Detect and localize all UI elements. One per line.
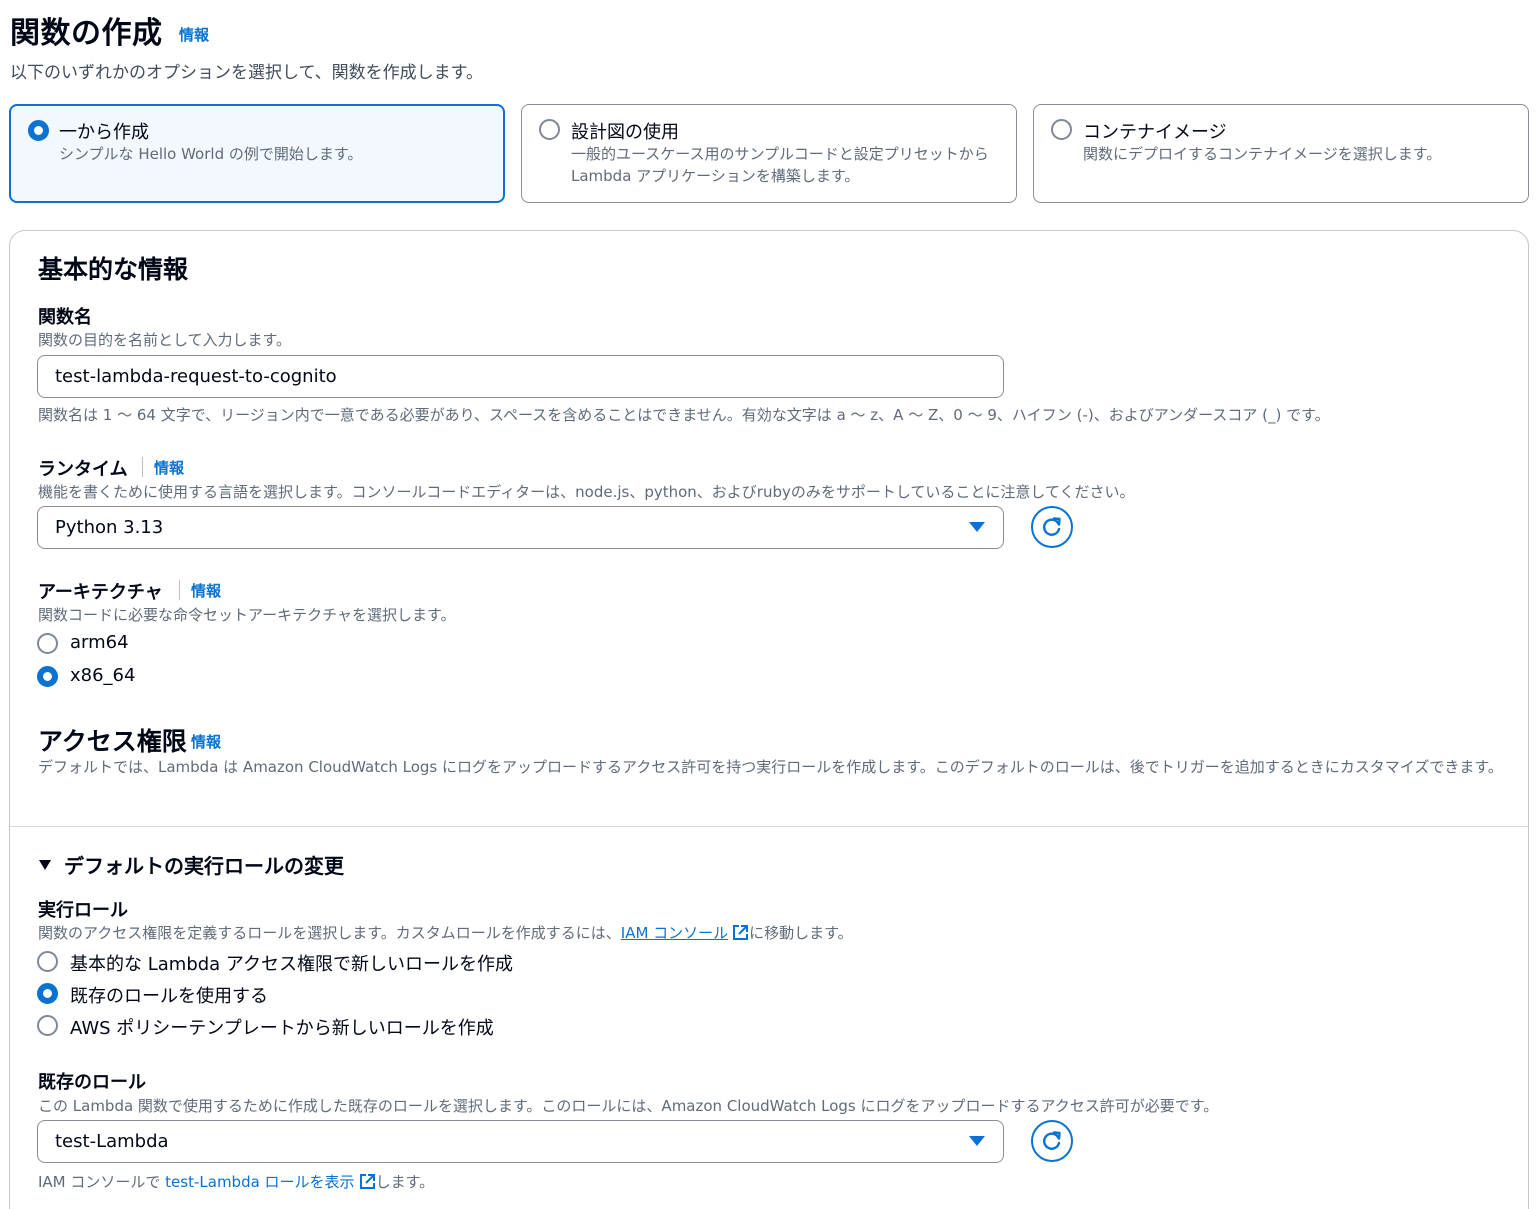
page-title: 関数の作成 <box>10 16 163 51</box>
function-name-value: test-lambda-request-to-cognito <box>55 366 337 387</box>
role-policy-template-label[interactable]: AWS ポリシーテンプレートから新しいロールを作成 <box>70 1014 494 1040</box>
role-new-basic-label[interactable]: 基本的な Lambda アクセス権限で新しいロールを作成 <box>70 950 513 976</box>
change-role-expander[interactable]: デフォルトの実行ロールの変更 <box>38 850 344 879</box>
option-description: 関数にデプロイするコンテナイメージを選択します。 <box>1083 145 1442 163</box>
runtime-refresh-button[interactable] <box>1031 506 1073 548</box>
info-separator <box>142 457 143 477</box>
permissions-heading: アクセス権限 <box>38 727 187 756</box>
iam-console-link[interactable]: IAM コンソール <box>621 924 728 942</box>
runtime-description: 機能を書くために使用する言語を選択します。コンソールコードエディターは、node… <box>38 483 1135 501</box>
footer-suffix: します。 <box>375 1173 435 1191</box>
runtime-info-link[interactable]: 情報 <box>154 457 184 478</box>
title-info-link[interactable]: 情報 <box>179 24 209 45</box>
existing-role-description: この Lambda 関数で使用するために作成した既存のロールを選択します。このロ… <box>38 1097 1219 1115</box>
page-description: 以下のいずれかのオプションを選択して、関数を作成します。 <box>10 63 483 83</box>
permissions-description: デフォルトでは、Lambda は Amazon CloudWatch Logs … <box>38 758 1503 776</box>
function-name-constraint: 関数名は 1 〜 64 文字で、リージョン内で一意である必要があり、スペースを含… <box>38 406 1330 424</box>
caret-down-icon <box>969 1136 985 1146</box>
option-use-blueprint[interactable]: 設計図の使用 一般的ユースケース用のサンプルコードと設定プリセットから Lamb… <box>521 104 1017 203</box>
role-existing-label[interactable]: 既存のロールを使用する <box>70 982 268 1008</box>
runtime-select[interactable]: Python 3.13 <box>37 506 1004 549</box>
section-divider <box>10 826 1528 827</box>
option-container-image[interactable]: コンテナイメージ 関数にデプロイするコンテナイメージを選択します。 <box>1033 104 1529 203</box>
desc-suffix: に移動します。 <box>749 924 853 942</box>
option-description: シンプルな Hello World の例で開始します。 <box>59 145 363 163</box>
architecture-label: アーキテクチャ <box>38 582 163 603</box>
existing-role-label: 既存のロール <box>38 1072 146 1093</box>
arch-arm64-radio[interactable] <box>37 633 58 654</box>
runtime-value: Python 3.13 <box>55 517 164 538</box>
arch-x86-radio[interactable] <box>37 666 58 687</box>
view-role-footer: IAM コンソールで test-Lambda ロールを表示 します。 <box>38 1171 434 1192</box>
radio-icon[interactable] <box>28 120 49 141</box>
existing-role-select[interactable]: test-Lambda <box>37 1120 1004 1163</box>
option-description: 一般的ユースケース用のサンプルコードと設定プリセットから Lambda アプリケ… <box>571 145 989 185</box>
option-author-from-scratch[interactable]: 一から作成 シンプルな Hello World の例で開始します。 <box>9 104 505 203</box>
arch-x86-label[interactable]: x86_64 <box>70 665 135 686</box>
arch-arm64-label[interactable]: arm64 <box>70 632 129 653</box>
caret-down-icon <box>39 859 51 870</box>
radio-icon[interactable] <box>539 119 560 140</box>
architecture-info-link[interactable]: 情報 <box>191 580 221 601</box>
role-policy-template-radio[interactable] <box>37 1015 58 1036</box>
architecture-description: 関数コードに必要な命令セットアーキテクチャを選択します。 <box>38 606 456 624</box>
radio-icon[interactable] <box>1051 119 1072 140</box>
existing-role-value: test-Lambda <box>55 1131 169 1152</box>
option-title: コンテナイメージ <box>1083 122 1227 143</box>
role-existing-radio[interactable] <box>37 983 58 1004</box>
info-separator <box>179 580 180 600</box>
role-refresh-button[interactable] <box>1031 1120 1073 1162</box>
desc-prefix: 関数のアクセス権限を定義するロールを選択します。カスタムロールを作成するには、 <box>38 924 621 942</box>
caret-down-icon <box>969 522 985 532</box>
permissions-info-link[interactable]: 情報 <box>191 731 221 752</box>
footer-prefix: IAM コンソールで <box>38 1173 166 1191</box>
runtime-label: ランタイム <box>38 459 128 480</box>
refresh-icon <box>1043 1131 1061 1150</box>
external-link-icon <box>359 1174 375 1189</box>
role-new-basic-radio[interactable] <box>37 951 58 972</box>
view-role-link[interactable]: test-Lambda ロールを表示 <box>165 1173 354 1191</box>
option-title: 設計図の使用 <box>571 122 679 143</box>
execution-role-label: 実行ロール <box>38 900 128 921</box>
function-name-input[interactable]: test-lambda-request-to-cognito <box>37 355 1004 398</box>
expander-label: デフォルトの実行ロールの変更 <box>64 854 344 878</box>
option-title: 一から作成 <box>59 122 149 143</box>
basic-info-heading: 基本的な情報 <box>38 255 189 284</box>
external-link-icon <box>733 925 749 940</box>
function-name-label: 関数名 <box>38 307 92 328</box>
refresh-icon <box>1043 517 1061 536</box>
execution-role-description: 関数のアクセス権限を定義するロールを選択します。カスタムロールを作成するには、I… <box>38 922 853 943</box>
function-name-description: 関数の目的を名前として入力します。 <box>38 331 292 349</box>
